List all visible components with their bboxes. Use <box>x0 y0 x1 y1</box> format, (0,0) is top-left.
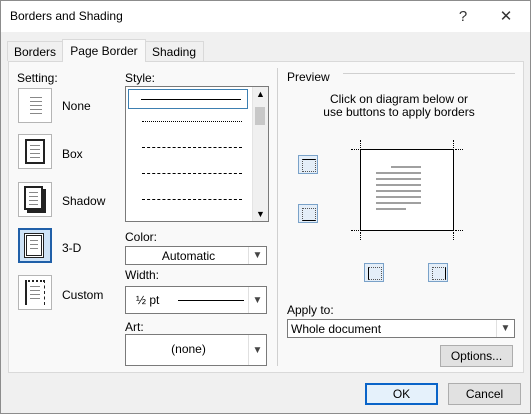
box-setting-icon[interactable] <box>18 134 52 169</box>
custom-setting-icon[interactable] <box>18 275 52 310</box>
setting-3d-label[interactable]: 3-D <box>62 241 81 255</box>
art-dropdown[interactable]: (none) ▼ <box>125 334 267 366</box>
setting-none-label[interactable]: None <box>62 99 91 113</box>
help-button[interactable]: ? <box>448 5 478 27</box>
width-value: ½ pt <box>136 293 160 307</box>
art-label: Art: <box>125 320 144 334</box>
tab-page-border[interactable]: Page Border <box>62 39 146 62</box>
style-option-dotted-fine[interactable] <box>128 115 248 129</box>
top-border-button[interactable] <box>298 155 318 174</box>
options-button-label: Options... <box>450 349 503 363</box>
bottom-border-button[interactable] <box>298 204 318 223</box>
tab-shading-label: Shading <box>151 44 197 59</box>
scroll-up-icon[interactable]: ▲ <box>256 89 265 99</box>
setting-custom-label[interactable]: Custom <box>62 288 103 302</box>
column-divider <box>277 68 278 366</box>
setting-shadow-label[interactable]: Shadow <box>62 194 105 208</box>
3d-setting-icon[interactable] <box>18 228 52 263</box>
close-button[interactable]: ✕ <box>491 5 521 27</box>
right-border-button[interactable] <box>428 263 448 282</box>
color-label: Color: <box>125 230 158 244</box>
style-option-dashed-medium[interactable] <box>128 167 248 181</box>
apply-to-label: Apply to: <box>287 303 334 317</box>
ok-button[interactable]: OK <box>365 383 438 405</box>
preview-heading-rule <box>343 73 515 74</box>
ok-button-label: OK <box>392 387 411 401</box>
page-border-panel: Setting: None Box Shadow 3-D Custom Styl… <box>8 61 524 373</box>
width-sample-line <box>178 300 244 301</box>
apply-to-value: Whole document <box>291 322 382 336</box>
style-option-dash-dot[interactable] <box>128 193 248 207</box>
style-listbox[interactable]: ▲ ▼ <box>125 86 269 222</box>
chevron-down-icon: ▼ <box>248 335 266 365</box>
chevron-down-icon: ▼ <box>248 247 266 264</box>
chevron-down-icon: ▼ <box>248 287 266 313</box>
preview-instruction-1: Click on diagram below or <box>329 92 469 106</box>
dialog-title: Borders and Shading <box>10 9 123 23</box>
art-value: (none) <box>171 342 206 356</box>
title-bar: Borders and Shading ? ✕ <box>1 1 530 32</box>
width-dropdown[interactable]: ½ pt ▼ <box>125 286 267 314</box>
color-dropdown[interactable]: Automatic ▼ <box>125 246 267 265</box>
options-button[interactable]: Options... <box>440 345 513 367</box>
setting-box-label[interactable]: Box <box>62 147 83 161</box>
style-heading: Style: <box>125 71 156 85</box>
left-border-button[interactable] <box>364 263 384 282</box>
chevron-down-icon: ▼ <box>496 320 514 337</box>
close-icon: ✕ <box>499 8 513 25</box>
borders-and-shading-dialog: Borders and Shading ? ✕ Borders Page Bor… <box>0 0 531 414</box>
color-value: Automatic <box>161 249 216 263</box>
style-option-dashed-small[interactable] <box>128 141 248 155</box>
preview-heading: Preview <box>287 70 330 84</box>
width-label: Width: <box>125 268 160 282</box>
cancel-button-label: Cancel <box>465 387 504 401</box>
preview-instruction-2: use buttons to apply borders <box>323 105 475 119</box>
setting-heading: Setting: <box>17 71 58 85</box>
tab-page-border-label: Page Border <box>70 44 138 58</box>
none-setting-icon[interactable] <box>18 88 52 123</box>
tab-borders-label: Borders <box>13 44 57 59</box>
preview-diagram[interactable] <box>351 140 463 240</box>
style-option-solid[interactable] <box>128 89 248 109</box>
scroll-down-icon[interactable]: ▼ <box>256 209 265 219</box>
cancel-button[interactable]: Cancel <box>448 383 521 405</box>
tab-borders[interactable]: Borders <box>7 41 63 61</box>
scroll-thumb[interactable] <box>255 107 265 125</box>
style-scrollbar[interactable]: ▲ ▼ <box>252 87 268 221</box>
shadow-setting-icon[interactable] <box>18 182 52 217</box>
help-icon: ? <box>458 7 468 25</box>
apply-to-dropdown[interactable]: Whole document ▼ <box>287 319 515 338</box>
tab-shading[interactable]: Shading <box>144 41 204 61</box>
